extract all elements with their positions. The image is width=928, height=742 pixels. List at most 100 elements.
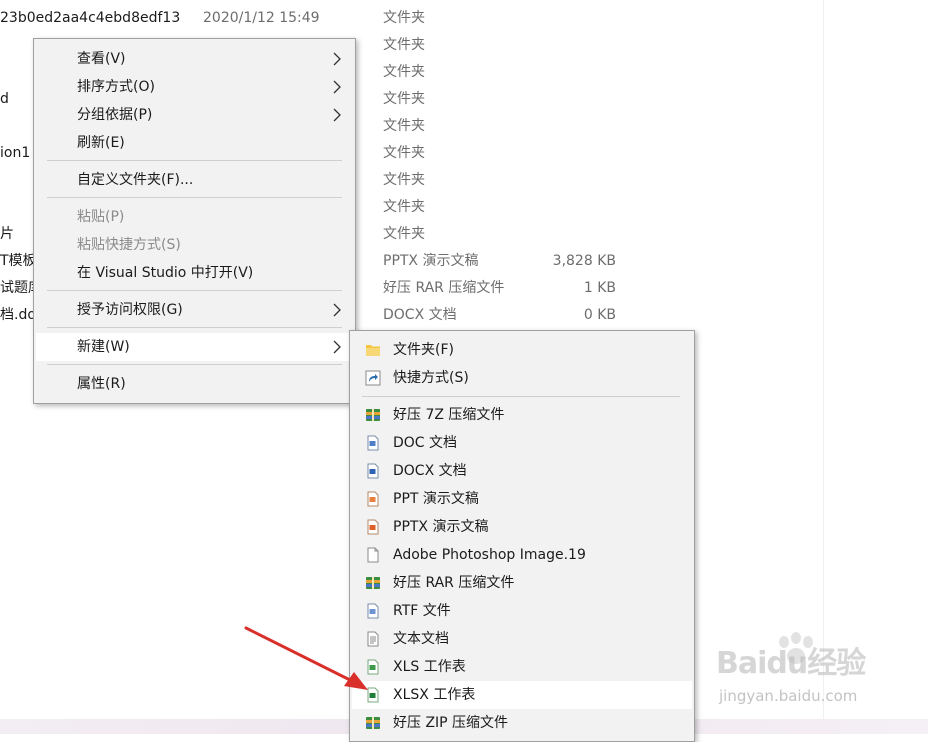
file-type: 文件夹: [383, 10, 425, 26]
menu-item-paste-shortcut: 粘贴快捷方式(S): [36, 231, 353, 259]
submenu-item-label: 好压 7Z 压缩文件: [393, 407, 505, 423]
file-type: 文件夹: [383, 145, 425, 161]
file-type: 文件夹: [383, 118, 425, 134]
shortcut-icon: [365, 370, 381, 386]
submenu-item-label: 文件夹(F): [393, 342, 454, 358]
chevron-right-icon: [333, 108, 341, 122]
submenu-item-pptx[interactable]: PPTX 演示文稿: [352, 513, 692, 541]
submenu-item-label: PPTX 演示文稿: [393, 519, 489, 535]
file-name: 档.do: [0, 307, 36, 323]
file-name: 片: [0, 226, 14, 242]
menu-item-label: 自定义文件夹(F)...: [77, 172, 194, 188]
submenu-item-label: Adobe Photoshop Image.19: [393, 547, 586, 563]
submenu-item-label: XLS 工作表: [393, 659, 466, 675]
watermark-url: jingyan.baidu.com: [719, 687, 858, 705]
chevron-right-icon: [333, 303, 341, 317]
folder-icon: [366, 345, 380, 356]
menu-item-label: 在 Visual Studio 中打开(V): [77, 265, 254, 281]
file-size: 1 KB: [583, 280, 616, 296]
menu-item-give-access[interactable]: 授予访问权限(G): [36, 296, 353, 324]
menu-item-sort-by[interactable]: 排序方式(O): [36, 73, 353, 101]
menu-item-group-by[interactable]: 分组依据(P): [36, 101, 353, 129]
menu-item-customize-folder[interactable]: 自定义文件夹(F)...: [36, 166, 353, 194]
watermark-brand: Baidu经验: [716, 646, 866, 681]
submenu-item-folder[interactable]: 文件夹(F): [352, 336, 692, 364]
file-size: 0 KB: [583, 307, 616, 323]
menu-separator: [47, 197, 342, 198]
submenu-item-7z-archive[interactable]: 好压 7Z 压缩文件: [352, 401, 692, 429]
menu-item-view[interactable]: 查看(V): [36, 45, 353, 73]
menu-item-label: 新建(W): [77, 339, 130, 355]
file-name: ion1: [0, 145, 31, 161]
submenu-item-label: 文本文档: [393, 631, 449, 647]
haozip-archive-icon: [366, 577, 380, 589]
menu-separator: [362, 396, 680, 397]
haozip-archive-icon: [366, 717, 380, 729]
pptx-file-icon: [367, 519, 379, 535]
submenu-item-shortcut[interactable]: 快捷方式(S): [352, 364, 692, 392]
menu-separator: [47, 327, 342, 328]
annotation-arrow-icon: [244, 626, 368, 690]
menu-item-label: 刷新(E): [77, 135, 125, 151]
context-menu: 查看(V) 排序方式(O) 分组依据(P) 刷新(E) 自定义文件夹(F)...…: [33, 38, 356, 404]
submenu-item-xls[interactable]: XLS 工作表: [352, 653, 692, 681]
menu-separator: [47, 290, 342, 291]
docx-file-icon: [367, 463, 379, 479]
menu-item-new[interactable]: 新建(W): [36, 333, 353, 361]
submenu-item-label: DOCX 文档: [393, 463, 467, 479]
menu-item-label: 粘贴(P): [77, 209, 125, 225]
file-type: DOCX 文档: [383, 307, 457, 323]
submenu-item-zip-archive[interactable]: 好压 ZIP 压缩文件: [352, 709, 692, 737]
submenu-item-label: PPT 演示文稿: [393, 491, 479, 507]
submenu-item-ppt[interactable]: PPT 演示文稿: [352, 485, 692, 513]
column-divider: [823, 0, 824, 734]
menu-item-label: 排序方式(O): [77, 79, 155, 95]
file-name: T模板: [0, 253, 37, 269]
submenu-item-label: RTF 文件: [393, 603, 451, 619]
file-type: 文件夹: [383, 199, 425, 215]
menu-item-label: 授予访问权限(G): [77, 302, 183, 318]
file-name: 23b0ed2aa4c4ebd8edf13: [0, 10, 181, 26]
file-type: 文件夹: [383, 64, 425, 80]
submenu-item-label: 好压 ZIP 压缩文件: [393, 715, 509, 731]
chevron-right-icon: [333, 340, 341, 354]
menu-separator: [47, 364, 342, 365]
file-type: 文件夹: [383, 172, 425, 188]
file-size: 3,828 KB: [552, 253, 616, 269]
menu-item-label: 粘贴快捷方式(S): [77, 237, 181, 253]
file-type: 文件夹: [383, 37, 425, 53]
file-type: 文件夹: [383, 226, 425, 242]
doc-file-icon: [367, 435, 379, 451]
submenu-item-xlsx[interactable]: XLSX 工作表: [352, 681, 692, 709]
rtf-file-icon: [367, 603, 379, 619]
chevron-right-icon: [333, 52, 341, 66]
menu-item-label: 分组依据(P): [77, 107, 153, 123]
menu-item-label: 属性(R): [77, 376, 126, 392]
ppt-file-icon: [367, 491, 379, 507]
menu-item-open-in-visual-studio[interactable]: 在 Visual Studio 中打开(V): [36, 259, 353, 287]
chevron-right-icon: [333, 80, 341, 94]
submenu-item-photoshop-image[interactable]: Adobe Photoshop Image.19: [352, 541, 692, 569]
haozip-archive-icon: [366, 409, 380, 421]
menu-separator: [47, 160, 342, 161]
file-row[interactable]: 23b0ed2aa4c4ebd8edf13 2020/1/12 15:49 文件…: [0, 5, 640, 32]
submenu-item-doc[interactable]: DOC 文档: [352, 429, 692, 457]
menu-item-properties[interactable]: 属性(R): [36, 370, 353, 398]
submenu-item-docx[interactable]: DOCX 文档: [352, 457, 692, 485]
submenu-item-label: 快捷方式(S): [393, 370, 469, 386]
file-type: PPTX 演示文稿: [383, 253, 479, 269]
file-date: 2020/1/12 15:49: [203, 10, 320, 26]
submenu-item-label: XLSX 工作表: [393, 687, 476, 703]
submenu-item-label: DOC 文档: [393, 435, 458, 451]
submenu-item-rar-archive[interactable]: 好压 RAR 压缩文件: [352, 569, 692, 597]
menu-item-refresh[interactable]: 刷新(E): [36, 129, 353, 157]
new-submenu: 文件夹(F) 快捷方式(S) 好压 7Z 压缩文件 DOC 文档 DOCX 文档…: [349, 330, 695, 742]
menu-item-paste: 粘贴(P): [36, 203, 353, 231]
menu-item-label: 查看(V): [77, 51, 126, 67]
submenu-item-label: 好压 RAR 压缩文件: [393, 575, 515, 591]
submenu-item-text-document[interactable]: 文本文档: [352, 625, 692, 653]
file-type: 好压 RAR 压缩文件: [383, 280, 505, 296]
submenu-item-rtf[interactable]: RTF 文件: [352, 597, 692, 625]
blank-file-icon: [367, 547, 379, 563]
file-name: d: [0, 91, 9, 107]
